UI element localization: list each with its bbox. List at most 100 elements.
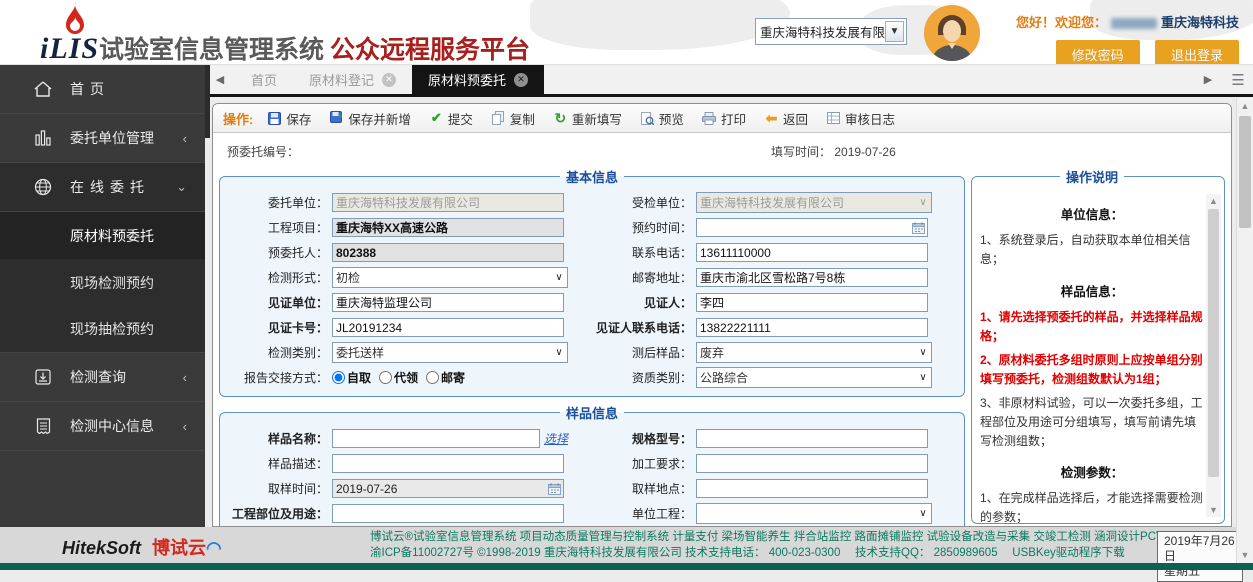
tab-home[interactable]: 首页 — [235, 65, 293, 94]
user-avatar[interactable] — [924, 5, 980, 61]
print-button[interactable]: 打印 — [702, 109, 746, 128]
sidebar-item-client-mgmt[interactable]: 委托单位管理 ‹ — [0, 114, 205, 163]
handover-radio-group: 自取 代领 邮寄 — [332, 369, 465, 386]
scrollbar-thumb[interactable] — [1208, 209, 1219, 477]
audit-log-button[interactable]: 审核日志 — [826, 109, 895, 128]
inspected-unit-value: 重庆海特科技发展有限公司 — [697, 194, 915, 211]
project-part-field[interactable] — [332, 504, 564, 523]
app-logo: iLIS试验室信息管理系统公众远程服务平台 — [40, 30, 530, 65]
scroll-down-icon[interactable]: ▼ — [1237, 547, 1253, 563]
logout-button[interactable]: 退出登录 — [1155, 40, 1239, 65]
sidebar-subitem-site-test[interactable]: 现场检测预约 — [0, 259, 205, 306]
test-category-select[interactable]: 委托送样∨ — [332, 342, 568, 363]
chevron-down-icon[interactable]: ▼ — [885, 21, 904, 42]
process-req-field[interactable] — [696, 454, 928, 473]
help-item-important: 1、请先选择预委托的样品，并选择样品规格； — [980, 308, 1204, 345]
sidebar-subitem-raw-material-pre[interactable]: 原材料预委托 — [0, 212, 205, 259]
tab-list-icon[interactable]: ☰ — [1223, 71, 1253, 89]
scrollbar-thumb[interactable] — [1239, 116, 1251, 228]
fill-time: 填写时间： 2019-07-26 — [771, 143, 896, 160]
phone-field[interactable] — [696, 243, 928, 262]
test-form-select[interactable]: 初检∨ — [332, 267, 568, 288]
sidebar-item-online-commission[interactable]: 在线委托 ⌄ — [0, 163, 205, 212]
inspected-unit-select[interactable]: 重庆海特科技发展有限公司∨ — [696, 192, 932, 213]
close-icon[interactable]: ✕ — [382, 73, 396, 87]
tab-raw-material-register[interactable]: 原材料登记 ✕ — [293, 65, 412, 94]
calendar-icon[interactable] — [548, 483, 561, 495]
handover-radio-agent[interactable] — [379, 371, 392, 384]
basic-info-legend: 基本信息 — [560, 167, 624, 186]
sidebar-item-center-info[interactable]: 检测中心信息 ‹ — [0, 402, 205, 451]
copy-icon — [491, 111, 506, 126]
after-sample-select[interactable]: 废弃∨ — [696, 342, 932, 363]
back-button[interactable]: ⬅ 返回 — [764, 109, 808, 128]
main-panel: 操作: 保存 保存并新增 ✔ 提交 复制 ↻ 重新填写 预览 打印 — [212, 103, 1232, 527]
help-heading: 样品信息： — [980, 283, 1204, 302]
submit-button[interactable]: ✔ 提交 — [429, 109, 473, 128]
sidebar-item-home[interactable]: 首页 — [0, 65, 205, 114]
sample-info-legend: 样品信息 — [560, 403, 624, 422]
fill-time-label: 填写时间： — [771, 145, 831, 159]
tab-bar: ◀ 首页 原材料登记 ✕ 原材料预委托 ✕ ▶ ☰ — [205, 65, 1253, 97]
copy-button[interactable]: 复制 — [491, 109, 535, 128]
date-widget: 2019年7月26日 星期五 — [1157, 531, 1243, 582]
sidebar-item-query[interactable]: 检测查询 ‹ — [0, 353, 205, 402]
witness-field[interactable] — [696, 293, 928, 312]
tab-label: 原材料预委托 — [428, 70, 506, 89]
pre-person-field[interactable] — [332, 243, 564, 262]
tab-scroll-right-icon[interactable]: ▶ — [1193, 73, 1223, 86]
scroll-down-icon[interactable]: ▼ — [1206, 503, 1221, 517]
close-icon[interactable]: ✕ — [514, 73, 528, 87]
help-scrollbar[interactable]: ▲ ▼ — [1206, 194, 1221, 517]
unit-project-select[interactable]: ∨ — [696, 503, 932, 524]
save-new-icon — [329, 111, 344, 126]
scroll-up-icon[interactable]: ▲ — [1237, 98, 1253, 114]
page-scrollbar[interactable]: ▲ ▼ — [1236, 98, 1253, 563]
sample-name-field[interactable] — [332, 429, 540, 448]
witness-unit-field[interactable] — [332, 293, 564, 312]
bar-chart-icon — [32, 130, 54, 146]
save-and-new-button[interactable]: 保存并新增 — [329, 109, 411, 128]
sampling-time-field[interactable] — [332, 479, 564, 498]
handover-radio-mail[interactable] — [426, 371, 439, 384]
change-password-button[interactable]: 修改密码 — [1056, 40, 1140, 65]
qualification-label: 资质类别： — [592, 369, 696, 386]
witness-phone-field[interactable] — [696, 318, 928, 337]
sidebar-item-label: 检测查询 — [70, 367, 126, 387]
client-unit-field[interactable] — [332, 193, 564, 212]
help-item: 3、非原材料试验，可以一次委托多组，工程部位及用途可分组填写，填写前请先填写检测… — [980, 394, 1204, 450]
help-item-important: 2、原材料委托多组时原则上应按单组分别填写预委托，检测组数默认为1组； — [980, 351, 1204, 388]
qualification-select[interactable]: 公路综合∨ — [696, 367, 932, 388]
handover-opt-label: 邮寄 — [441, 369, 465, 386]
footer-products-line: 博试云®试验室信息管理系统 项目动态质量管理与控制系统 计量支付 梁场智能养生 … — [370, 529, 1171, 545]
sample-name-label: 样品名称： — [228, 430, 332, 447]
save-button[interactable]: 保存 — [267, 109, 311, 128]
table-icon — [826, 111, 841, 126]
scroll-up-icon[interactable]: ▲ — [1206, 194, 1221, 208]
sample-desc-field[interactable] — [332, 454, 564, 473]
process-req-label: 加工要求： — [592, 455, 696, 472]
toolbar: 操作: 保存 保存并新增 ✔ 提交 复制 ↻ 重新填写 预览 打印 — [213, 104, 1231, 133]
refresh-icon: ↻ — [553, 111, 568, 126]
witness-label: 见证人： — [592, 294, 696, 311]
sampling-place-field[interactable] — [696, 479, 928, 498]
preview-icon — [640, 111, 655, 126]
spec-field[interactable] — [696, 429, 928, 448]
sidebar-item-label: 现场检测预约 — [70, 273, 154, 293]
footer-logo: HitekSoft 博试云◠ — [62, 534, 222, 560]
witness-card-field[interactable] — [332, 318, 564, 337]
calendar-icon[interactable] — [912, 222, 925, 234]
sidebar-item-label: 现场抽检预约 — [70, 319, 154, 339]
tab-raw-material-pre[interactable]: 原材料预委托 ✕ — [412, 65, 544, 94]
project-field[interactable] — [332, 218, 564, 237]
preview-button[interactable]: 预览 — [640, 109, 684, 128]
choose-sample-link[interactable]: 选择 — [544, 430, 568, 447]
handover-radio-selfpick[interactable] — [332, 371, 345, 384]
sidebar-subitem-site-sampling[interactable]: 现场抽检预约 — [0, 306, 205, 353]
company-select[interactable]: 重庆海特科技发展有限公司 ▼ — [755, 18, 907, 45]
appoint-time-field[interactable] — [696, 218, 928, 237]
rewrite-button[interactable]: ↻ 重新填写 — [553, 109, 622, 128]
sample-info-section: 样品信息 样品名称：选择 规格型号： 样品描述： 加工要求： 取样时间： 取样地… — [219, 403, 965, 527]
test-form-label: 检测形式： — [228, 269, 332, 286]
mail-address-field[interactable] — [696, 268, 928, 287]
